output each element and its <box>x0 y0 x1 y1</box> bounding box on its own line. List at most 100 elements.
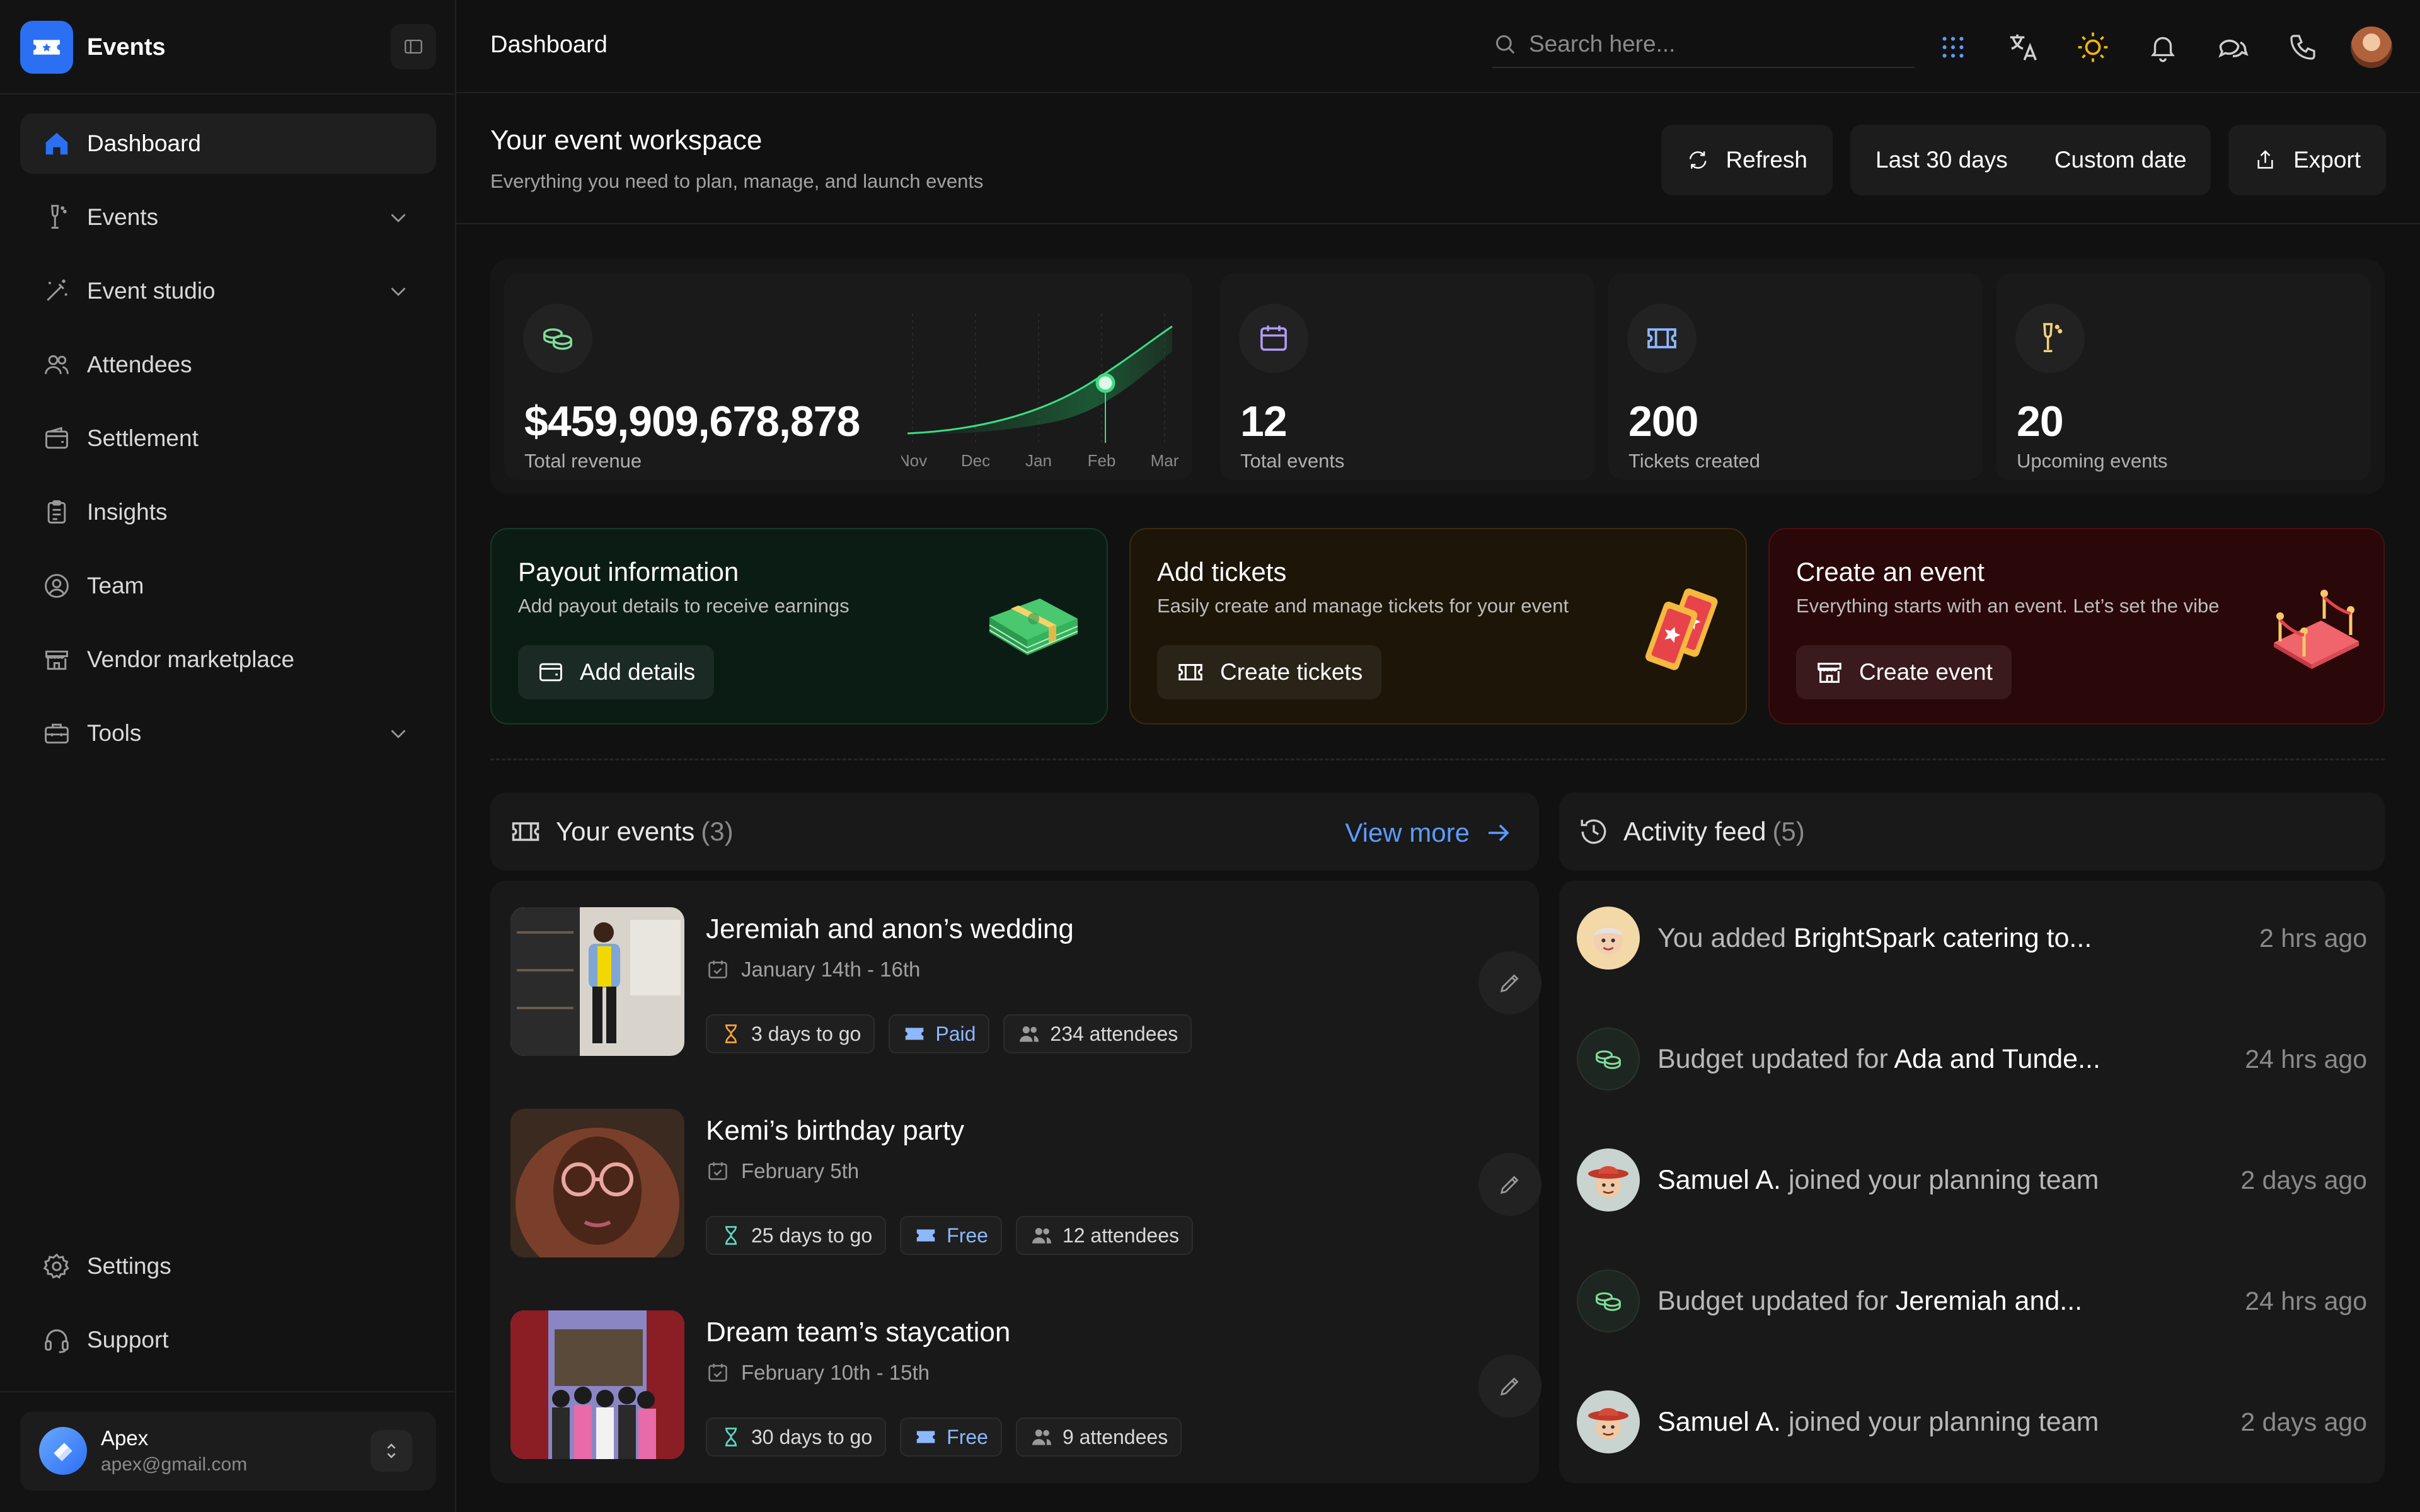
headset-icon <box>42 1325 72 1355</box>
history-icon <box>1581 819 1606 844</box>
hourglass-icon <box>725 1226 737 1245</box>
last-30-days-option[interactable]: Last 30 days <box>1876 147 2008 173</box>
toolbox-icon <box>42 718 72 748</box>
edit-event-button[interactable] <box>1478 1354 1541 1418</box>
sidebar-item-events[interactable]: Events <box>20 187 436 248</box>
price-text: Free <box>947 1223 988 1247</box>
pencil-icon <box>1500 974 1519 993</box>
sidebar-item-dashboard[interactable]: Dashboard <box>20 113 436 174</box>
sidebar-item-vendor-marketplace[interactable]: Vendor marketplace <box>20 629 436 690</box>
refresh-button[interactable]: Refresh <box>1661 125 1833 195</box>
ticket-icon <box>916 1229 935 1242</box>
sidebar-bottom-nav: Settings Support <box>20 1236 436 1383</box>
add-tickets-title: Add tickets <box>1157 557 1287 587</box>
sidebar: Events Dashboard Events Event studio Att… <box>0 0 456 1512</box>
activity-item[interactable]: You added BrightSpark catering to... 2 h… <box>1577 903 2367 973</box>
export-button[interactable]: Export <box>2228 125 2386 195</box>
search-input[interactable] <box>1529 31 1894 57</box>
event-photo <box>510 1109 684 1257</box>
custom-date-option[interactable]: Custom date <box>2054 147 2187 173</box>
activity-item[interactable]: Samuel A. joined your planning team 2 da… <box>1577 1145 2367 1215</box>
cash-stack-illustration <box>989 598 1078 655</box>
event-card[interactable]: Kemi’s birthday party February 5th 25 da… <box>510 1109 1541 1260</box>
activity-item[interactable]: Samuel A. joined your planning team 2 da… <box>1577 1387 2367 1457</box>
chart-month-label: Dec <box>961 451 990 470</box>
activity-subject: Ada and Tunde... <box>1894 1043 2100 1074</box>
sun-icon <box>2078 32 2108 62</box>
ticket-icon <box>1178 663 1202 681</box>
create-tickets-button[interactable]: Create tickets <box>1157 645 1382 699</box>
sidebar-item-label: Insights <box>87 499 168 525</box>
sidebar-item-event-studio[interactable]: Event studio <box>20 261 436 321</box>
activity-text: Samuel A. joined your planning team <box>1657 1165 2099 1196</box>
sidebar-divider <box>0 93 455 94</box>
edit-event-button[interactable] <box>1478 1153 1541 1216</box>
price-text: Free <box>947 1425 988 1448</box>
attendees-text: 9 attendees <box>1062 1425 1168 1448</box>
calendar-check-icon <box>708 960 727 978</box>
call-button[interactable] <box>2281 25 2325 69</box>
attendees-chip: 12 attendees <box>1015 1216 1193 1255</box>
stat-card-events: 12 Total events <box>1220 273 1594 480</box>
countdown-chip: 30 days to go <box>706 1418 887 1457</box>
chart-month-label: Jan <box>1025 451 1052 470</box>
clipboard-icon <box>42 497 72 527</box>
activity-time: 2 days ago <box>2240 1407 2367 1436</box>
sidebar-item-settings[interactable]: Settings <box>20 1236 436 1297</box>
activity-item[interactable]: Budget updated for Ada and Tunde... 24 h… <box>1577 1024 2367 1094</box>
create-event-button[interactable]: Create event <box>1796 645 2012 699</box>
add-details-label: Add details <box>580 659 696 685</box>
user-card[interactable]: Apex apex@gmail.com <box>20 1411 436 1491</box>
activity-item[interactable]: Budget updated for Jeremiah and... 24 hr… <box>1577 1266 2367 1336</box>
export-label: Export <box>2293 147 2361 173</box>
events-panel-body: Jeremiah and anon’s wedding January 14th… <box>490 881 1541 1483</box>
phone-icon <box>2290 35 2315 60</box>
activity-time: 2 days ago <box>2240 1165 2367 1194</box>
event-photo <box>510 907 684 1056</box>
tickets-created-value: 200 <box>1628 398 1698 445</box>
activity-panel-header: Activity feed (5) <box>1559 793 2385 871</box>
add-details-button[interactable]: Add details <box>518 645 715 699</box>
event-card[interactable]: Jeremiah and anon’s wedding January 14th… <box>510 907 1541 1058</box>
home-icon <box>42 129 72 159</box>
notifications-button[interactable] <box>2141 25 2185 69</box>
messages-button[interactable] <box>2211 25 2255 69</box>
calendar-check-icon <box>708 1363 727 1382</box>
sidebar-item-label: Support <box>87 1327 169 1353</box>
magic-wand-icon <box>42 276 72 306</box>
event-card[interactable]: Dream team’s staycation February 10th - … <box>510 1310 1541 1462</box>
account-switcher-button[interactable] <box>371 1430 412 1472</box>
sidebar-item-tools[interactable]: Tools <box>20 703 436 764</box>
sidebar-item-support[interactable]: Support <box>20 1310 436 1370</box>
view-more-link[interactable]: View more <box>1345 818 1514 848</box>
profile-avatar[interactable] <box>2351 26 2392 68</box>
attendees-text: 12 attendees <box>1062 1223 1179 1247</box>
revenue-trend-chart: Nov Dec Jan Feb Mar <box>901 314 1178 470</box>
theme-toggle-button[interactable] <box>2071 25 2115 69</box>
workspace-header: Your event workspace Everything you need… <box>456 93 2420 224</box>
activity-panel-title: Activity feed <box>1623 816 1766 846</box>
topbar-actions <box>1931 25 2392 69</box>
activity-text: Samuel A. joined your planning team <box>1657 1407 2099 1438</box>
apps-grid-button[interactable] <box>1931 25 1975 69</box>
pencil-icon <box>1500 1176 1519 1194</box>
activity-subject: BrightSpark catering to... <box>1794 922 2092 953</box>
add-tickets-card: Add tickets Easily create and manage tic… <box>1129 528 1747 724</box>
tickets-illustration <box>1645 588 1718 670</box>
memoji-avatar <box>1577 907 1640 970</box>
stat-card-tickets: 200 Tickets created <box>1608 273 1983 480</box>
countdown-chip: 25 days to go <box>706 1216 887 1255</box>
coins-icon <box>523 304 592 373</box>
activity-time: 24 hrs ago <box>2245 1044 2367 1074</box>
sidebar-item-settlement[interactable]: Settlement <box>20 408 436 469</box>
translate-button[interactable] <box>2001 25 2045 69</box>
collapse-sidebar-button[interactable] <box>391 24 436 69</box>
search-bar[interactable] <box>1492 21 1915 68</box>
sidebar-item-attendees[interactable]: Attendees <box>20 335 436 395</box>
activity-text: Budget updated for Jeremiah and... <box>1657 1286 2082 1317</box>
total-revenue-label: Total revenue <box>524 450 642 472</box>
sidebar-item-insights[interactable]: Insights <box>20 482 436 542</box>
sidebar-item-team[interactable]: Team <box>20 556 436 616</box>
sidebar-item-label: Attendees <box>87 352 192 377</box>
edit-event-button[interactable] <box>1478 951 1541 1014</box>
